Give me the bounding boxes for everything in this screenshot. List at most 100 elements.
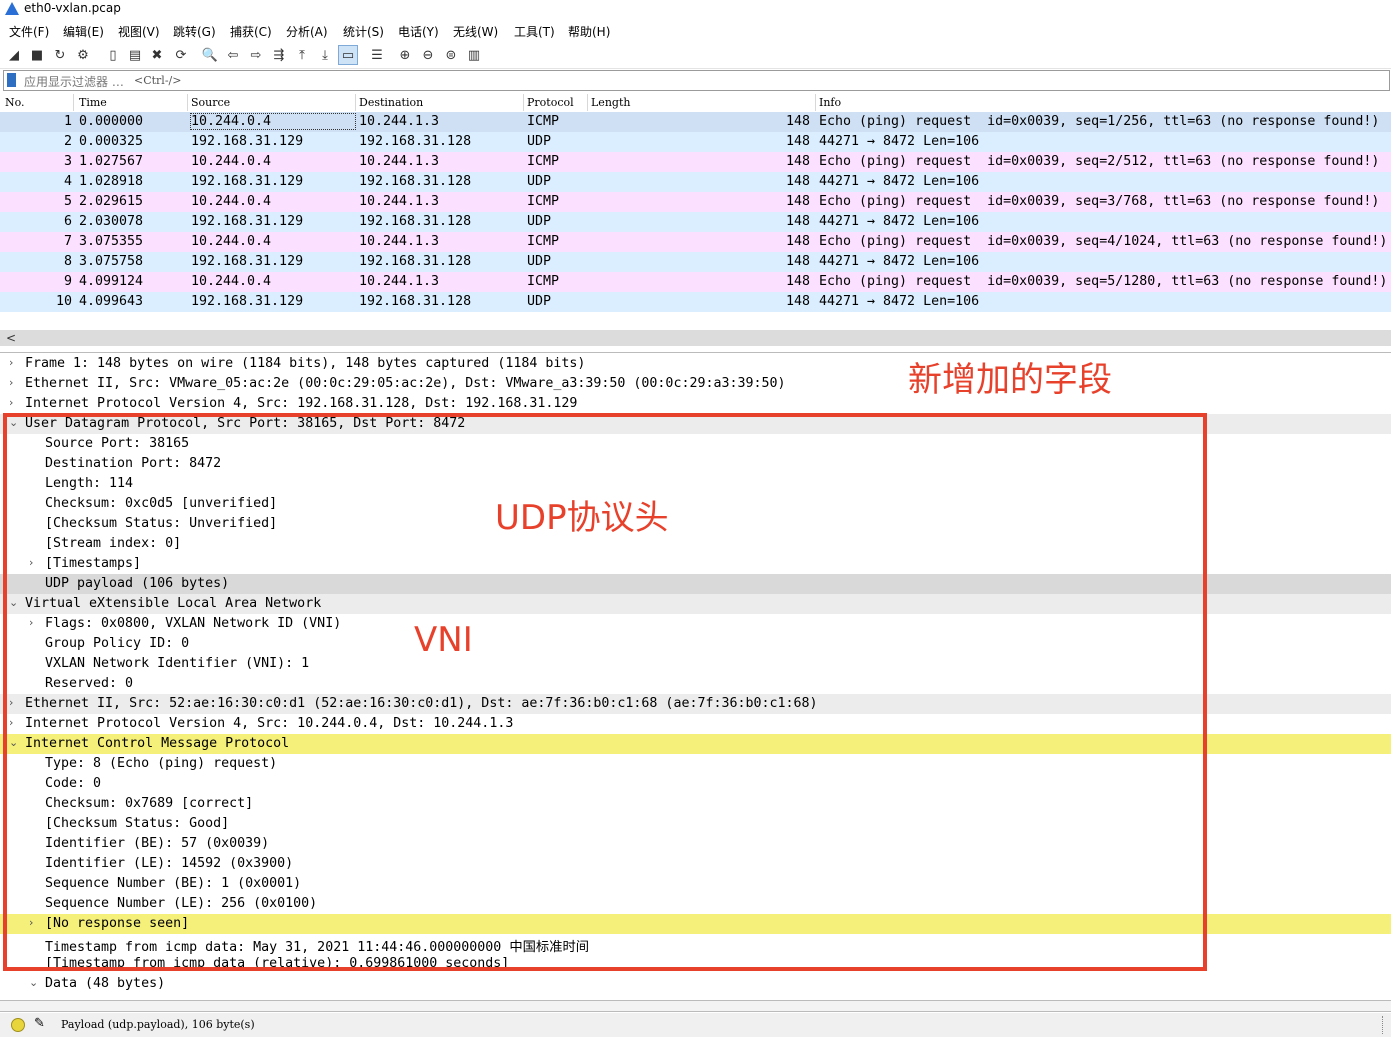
menu-item-2[interactable]: 视图(V) xyxy=(118,23,160,40)
detail-row[interactable]: › Frame 1: 148 bytes on wire (1184 bits),… xyxy=(0,354,1391,374)
packet-row[interactable]: 4 1.028918 192.168.31.129 192.168.31.128 UDP… xyxy=(0,172,1391,192)
expand-arrow-icon[interactable]: › xyxy=(9,396,13,409)
column-separator[interactable] xyxy=(355,94,356,111)
collapse-arrow-icon[interactable]: ⌄ xyxy=(9,596,18,609)
start-capture-icon[interactable]: ◢ xyxy=(5,46,23,64)
find-packet-icon[interactable]: 🔍 xyxy=(201,46,219,64)
go-to-packet-icon[interactable]: ⇶ xyxy=(270,46,288,64)
filter-placeholder[interactable]: 应用显示过滤器 … xyxy=(24,73,124,90)
packet-row[interactable]: 8 3.075758 192.168.31.129 192.168.31.128 UDP… xyxy=(0,252,1391,272)
detail-row[interactable]: › Internet Protocol Version 4, Src: 192.1… xyxy=(0,394,1391,414)
packet-row[interactable]: 7 3.075355 10.244.0.4 10.244.1.3 ICMP 148 Echo… xyxy=(0,232,1391,252)
column-separator[interactable] xyxy=(815,94,816,111)
detail-row[interactable]: ⌄ Internet Control Message Protocol xyxy=(0,734,1391,754)
stop-capture-icon[interactable]: ■ xyxy=(28,46,46,64)
capture-options-icon[interactable]: ⚙ xyxy=(74,46,92,64)
detail-row[interactable]: ⌄ Data (48 bytes) xyxy=(0,974,1391,994)
last-packet-icon[interactable]: ⤓ xyxy=(316,46,334,64)
detail-row[interactable]: ⌄ Virtual eXtensible Local Area Network xyxy=(0,594,1391,614)
detail-row[interactable]: [Timestamp from icmp data (relative): 0.… xyxy=(0,954,1391,974)
expand-arrow-icon[interactable]: › xyxy=(9,696,13,709)
detail-row[interactable]: › [No response seen] xyxy=(0,914,1391,934)
detail-row[interactable]: Identifier (BE): 57 (0x0039) xyxy=(0,834,1391,854)
packet-row[interactable]: 6 2.030078 192.168.31.129 192.168.31.128 UDP… xyxy=(0,212,1391,232)
detail-row[interactable]: Checksum: 0xc0d5 [unverified] xyxy=(0,494,1391,514)
packet-row[interactable]: 10 4.099643 192.168.31.129 192.168.31.128 UD… xyxy=(0,292,1391,312)
detail-row[interactable]: [Checksum Status: Good] xyxy=(0,814,1391,834)
detail-row[interactable]: VXLAN Network Identifier (VNI): 1 xyxy=(0,654,1391,674)
collapse-arrow-icon[interactable]: ⌄ xyxy=(29,976,38,989)
menu-item-8[interactable]: 无线(W) xyxy=(453,23,498,40)
detail-row[interactable]: Reserved: 0 xyxy=(0,674,1391,694)
packet-row[interactable]: 3 1.027567 10.244.0.4 10.244.1.3 ICMP 148 Echo… xyxy=(0,152,1391,172)
expand-arrow-icon[interactable]: › xyxy=(29,556,33,569)
zoom-out-icon[interactable]: ⊖ xyxy=(419,46,437,64)
column-header-3[interactable]: Destination xyxy=(359,96,423,112)
packet-row[interactable]: 5 2.029615 10.244.0.4 10.244.1.3 ICMP 148 Echo… xyxy=(0,192,1391,212)
packet-row[interactable]: 1 0.000000 10.244.0.4 10.244.1.3 ICMP 148 Echo… xyxy=(0,112,1391,132)
expand-arrow-icon[interactable]: › xyxy=(9,356,13,369)
scroll-left-icon[interactable]: < xyxy=(6,331,16,345)
packet-bytes-pane[interactable] xyxy=(0,1000,1391,1012)
go-forward-icon[interactable]: ⇨ xyxy=(247,46,265,64)
menu-item-7[interactable]: 电话(Y) xyxy=(398,23,439,40)
normal-size-icon[interactable]: ⊜ xyxy=(442,46,460,64)
menu-item-1[interactable]: 编辑(E) xyxy=(63,23,104,40)
bookmark-icon[interactable] xyxy=(7,73,16,87)
menu-item-9[interactable]: 工具(T) xyxy=(514,23,555,40)
detail-row[interactable]: Sequence Number (LE): 256 (0x0100) xyxy=(0,894,1391,914)
detail-row[interactable]: Sequence Number (BE): 1 (0x0001) xyxy=(0,874,1391,894)
auto-scroll-icon[interactable]: ▭ xyxy=(338,45,358,65)
resize-columns-icon[interactable]: ▥ xyxy=(465,46,483,64)
column-separator[interactable] xyxy=(73,94,74,111)
expand-arrow-icon[interactable]: › xyxy=(9,716,13,729)
detail-row[interactable]: UDP payload (106 bytes) xyxy=(0,574,1391,594)
column-header-1[interactable]: Time xyxy=(79,96,107,112)
column-header-0[interactable]: No. xyxy=(5,96,25,112)
expand-arrow-icon[interactable]: › xyxy=(29,616,33,629)
detail-row[interactable]: Identifier (LE): 14592 (0x3900) xyxy=(0,854,1391,874)
colorize-icon[interactable]: ☰ xyxy=(368,46,386,64)
menu-item-6[interactable]: 统计(S) xyxy=(343,23,384,40)
save-file-icon[interactable]: ▤ xyxy=(126,46,144,64)
first-packet-icon[interactable]: ⤒ xyxy=(293,46,311,64)
detail-row[interactable]: › Flags: 0x0800, VXLAN Network ID (VNI) xyxy=(0,614,1391,634)
column-header-5[interactable]: Length xyxy=(591,96,630,112)
detail-row[interactable]: Source Port: 38165 xyxy=(0,434,1391,454)
menu-item-5[interactable]: 分析(A) xyxy=(286,23,328,40)
display-filter-bar[interactable]: 应用显示过滤器 … <Ctrl-/> xyxy=(3,70,1390,91)
close-file-icon[interactable]: ✖ xyxy=(148,46,166,64)
restart-capture-icon[interactable]: ↻ xyxy=(51,46,69,64)
detail-row[interactable]: Destination Port: 8472 xyxy=(0,454,1391,474)
horizontal-scrollbar[interactable]: < xyxy=(0,330,1391,346)
detail-row[interactable]: › Ethernet II, Src: 52:ae:16:30:c0:d1 (52… xyxy=(0,694,1391,714)
detail-row[interactable]: › Ethernet II, Src: VMware_05:ac:2e (00:0… xyxy=(0,374,1391,394)
detail-row[interactable]: › [Timestamps] xyxy=(0,554,1391,574)
menu-item-0[interactable]: 文件(F) xyxy=(9,23,49,40)
detail-row[interactable]: Timestamp from icmp data: May 31, 2021 1… xyxy=(0,934,1391,955)
detail-row[interactable]: Type: 8 (Echo (ping) request) xyxy=(0,754,1391,774)
resize-grip-icon[interactable] xyxy=(1382,1016,1385,1034)
detail-row[interactable]: Checksum: 0x7689 [correct] xyxy=(0,794,1391,814)
detail-row[interactable]: Group Policy ID: 0 xyxy=(0,634,1391,654)
menu-item-3[interactable]: 跳转(G) xyxy=(173,23,216,40)
menu-item-4[interactable]: 捕获(C) xyxy=(230,23,272,40)
detail-row[interactable]: ⌄ User Datagram Protocol, Src Port: 38165… xyxy=(0,414,1391,434)
zoom-in-icon[interactable]: ⊕ xyxy=(396,46,414,64)
detail-row[interactable]: › Internet Protocol Version 4, Src: 10.24… xyxy=(0,714,1391,734)
expand-arrow-icon[interactable]: › xyxy=(29,916,33,929)
collapse-arrow-icon[interactable]: ⌄ xyxy=(9,736,18,749)
column-separator[interactable] xyxy=(587,94,588,111)
detail-row[interactable]: Code: 0 xyxy=(0,774,1391,794)
detail-row[interactable]: [Stream index: 0] xyxy=(0,534,1391,554)
column-header-2[interactable]: Source xyxy=(191,96,230,112)
open-file-icon[interactable]: ▯ xyxy=(104,46,122,64)
reload-file-icon[interactable]: ⟳ xyxy=(172,46,190,64)
column-separator[interactable] xyxy=(523,94,524,111)
collapse-arrow-icon[interactable]: ⌄ xyxy=(9,416,18,429)
go-back-icon[interactable]: ⇦ xyxy=(224,46,242,64)
packet-row[interactable]: 9 4.099124 10.244.0.4 10.244.1.3 ICMP 148 Echo… xyxy=(0,272,1391,292)
column-separator[interactable] xyxy=(187,94,188,111)
packet-row[interactable]: 2 0.000325 192.168.31.129 192.168.31.128 UDP… xyxy=(0,132,1391,152)
detail-row[interactable]: [Checksum Status: Unverified] xyxy=(0,514,1391,534)
